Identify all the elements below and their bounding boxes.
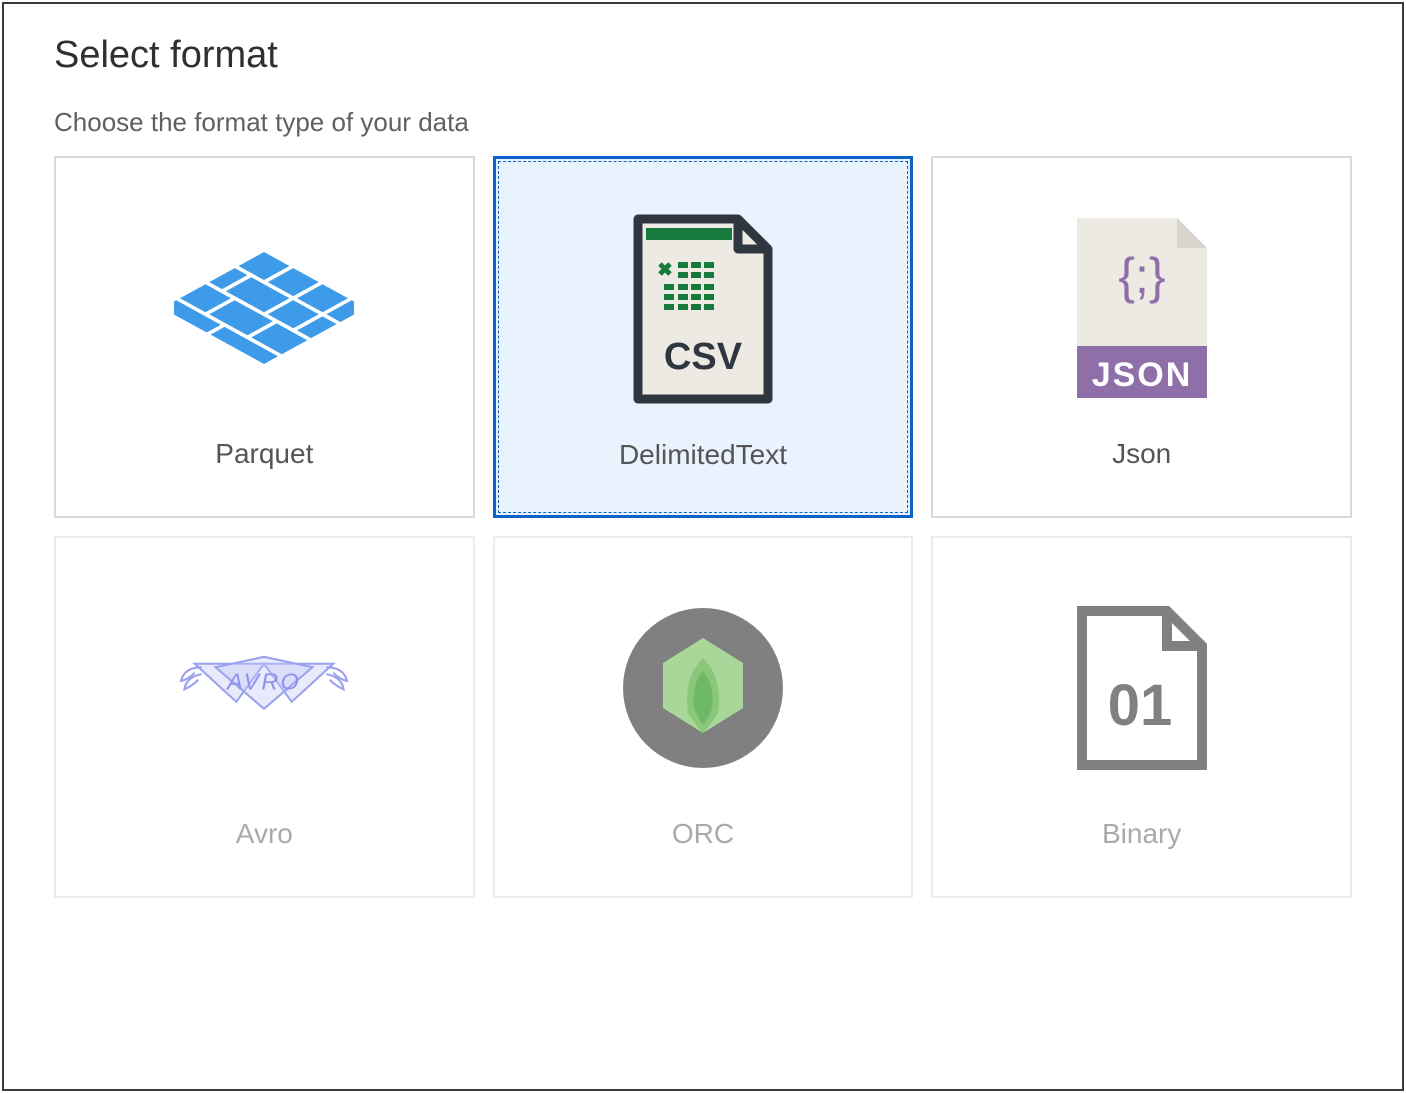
- binary-file-icon: 01: [1052, 598, 1232, 778]
- format-grid: Parquet CSV: [54, 156, 1352, 898]
- svg-text:JSON: JSON: [1091, 356, 1192, 394]
- format-card-delimitedtext[interactable]: CSV DelimitedText: [493, 156, 914, 518]
- format-label: Parquet: [215, 438, 313, 470]
- format-label: Avro: [236, 818, 293, 850]
- svg-text:CSV: CSV: [664, 336, 743, 378]
- format-label: DelimitedText: [619, 439, 787, 471]
- svg-text:AVRO: AVRO: [226, 668, 302, 694]
- svg-text:{;}: {;}: [1118, 248, 1165, 304]
- json-file-icon: {;} JSON: [1052, 218, 1232, 398]
- csv-file-icon: CSV: [613, 219, 793, 399]
- page-title: Select format: [54, 34, 1352, 77]
- format-label: Json: [1112, 438, 1171, 470]
- select-format-panel: Select format Choose the format type of …: [2, 2, 1404, 1091]
- format-card-binary[interactable]: 01 Binary: [931, 536, 1352, 898]
- format-card-parquet[interactable]: Parquet: [54, 156, 475, 518]
- svg-text:01: 01: [1107, 673, 1172, 738]
- format-label: Binary: [1102, 818, 1181, 850]
- parquet-icon: [174, 218, 354, 398]
- format-card-json[interactable]: {;} JSON Json: [931, 156, 1352, 518]
- format-card-orc[interactable]: ORC: [493, 536, 914, 898]
- avro-icon: AVRO: [174, 598, 354, 778]
- format-card-avro[interactable]: AVRO Avro: [54, 536, 475, 898]
- orc-icon: [613, 598, 793, 778]
- format-label: ORC: [672, 818, 734, 850]
- page-subtitle: Choose the format type of your data: [54, 107, 1352, 138]
